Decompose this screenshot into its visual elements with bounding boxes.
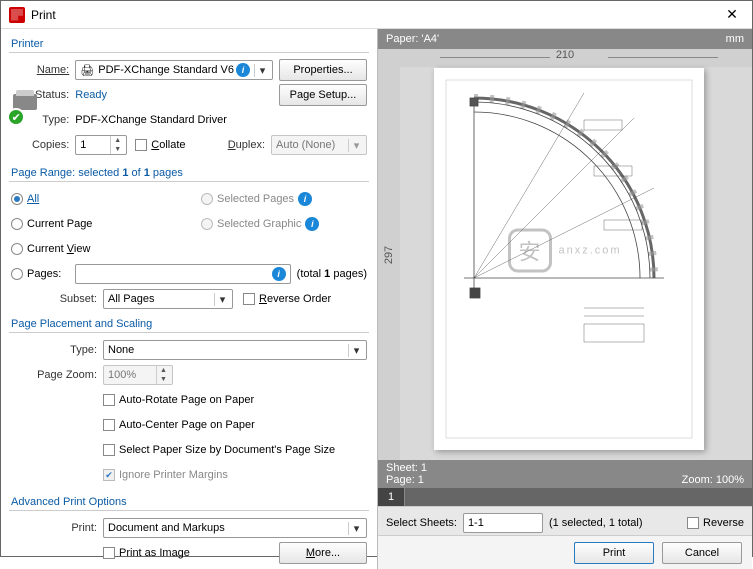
info-icon[interactable]: i bbox=[298, 192, 312, 206]
chevron-down-icon[interactable]: ▾ bbox=[348, 139, 364, 152]
app-icon bbox=[9, 7, 25, 23]
radio-pages[interactable]: Pages: bbox=[11, 268, 75, 280]
printer-header: Printer bbox=[9, 35, 369, 53]
zoom-spinner: ▲▼ bbox=[103, 365, 173, 385]
left-pane: Printer ✔ Name: 🖨 PDF-XChange Standard V… bbox=[1, 29, 377, 569]
paper-preview bbox=[434, 68, 704, 450]
chevron-down-icon[interactable]: ▾ bbox=[214, 293, 230, 306]
sheet-tab-1[interactable]: 1 bbox=[378, 488, 405, 506]
total-pages-label: (total 1 pages) bbox=[297, 268, 367, 280]
preview-body: 210 297 bbox=[378, 49, 752, 460]
copies-input[interactable] bbox=[80, 136, 110, 154]
placement-section: Page Placement and Scaling Type: None ▾ … bbox=[9, 315, 369, 489]
page-range-section: Page Range: selected 1 of 1 pages All Cu… bbox=[9, 164, 369, 313]
duplex-dropdown[interactable]: Auto (None) ▾ bbox=[271, 135, 367, 155]
page-setup-button[interactable]: Page Setup... bbox=[279, 84, 367, 106]
print-label: Print: bbox=[11, 522, 103, 534]
radio-selected-pages: Selected Pages bbox=[201, 193, 294, 205]
print-button[interactable]: Print bbox=[574, 542, 654, 564]
cancel-button[interactable]: Cancel bbox=[662, 542, 742, 564]
type-value: PDF-XChange Standard Driver bbox=[75, 114, 227, 126]
close-icon[interactable]: ✕ bbox=[712, 1, 752, 29]
printer-status-icon: ✔ bbox=[11, 94, 23, 124]
radio-current-view[interactable]: Current View bbox=[11, 243, 90, 255]
collate-label: Collate bbox=[151, 139, 185, 151]
duplex-label: Duplex: bbox=[228, 139, 271, 151]
reverse-checkbox[interactable]: Reverse bbox=[687, 517, 744, 529]
radio-selected-graphic: Selected Graphic bbox=[201, 218, 301, 230]
info-icon[interactable]: i bbox=[272, 267, 286, 281]
radio-all[interactable]: All bbox=[11, 193, 39, 205]
subset-dropdown[interactable]: All Pages ▾ bbox=[103, 289, 233, 309]
select-sheets-info: (1 selected, 1 total) bbox=[549, 517, 643, 529]
status-value: Ready bbox=[75, 89, 107, 101]
radio-current-page[interactable]: Current Page bbox=[11, 218, 92, 230]
printer-name-dropdown[interactable]: 🖨 PDF-XChange Standard V6 i ▾ bbox=[75, 60, 273, 80]
subset-label: Subset: bbox=[11, 293, 103, 305]
ignore-margins-checkbox: ✔Ignore Printer Margins bbox=[103, 469, 228, 481]
right-pane: Paper: 'A4' mm 210 297 bbox=[377, 29, 752, 569]
titlebar: Print ✕ bbox=[1, 1, 752, 29]
select-sheets-label: Select Sheets: bbox=[386, 517, 457, 529]
page-content-svg bbox=[434, 68, 704, 450]
reverse-order-checkbox[interactable]: Reverse Order bbox=[243, 293, 331, 305]
copies-label: Copies: bbox=[27, 139, 75, 151]
printer-section: Printer ✔ Name: 🖨 PDF-XChange Standard V… bbox=[9, 35, 369, 162]
zoom-label: Page Zoom: bbox=[11, 369, 103, 381]
placement-type-label: Type: bbox=[11, 344, 103, 356]
printer-name-value: PDF-XChange Standard V6 bbox=[98, 64, 234, 76]
properties-button[interactable]: Properties... bbox=[279, 59, 367, 81]
ruler-top: 210 bbox=[378, 49, 752, 67]
preview-footer: Sheet: 1 Page: 1Zoom: 100% bbox=[378, 460, 752, 488]
name-label: Name: bbox=[27, 64, 75, 76]
window-title: Print bbox=[31, 8, 712, 22]
type-label: Type: bbox=[27, 114, 75, 126]
collate-checkbox[interactable]: Collate bbox=[135, 139, 185, 151]
select-paper-checkbox[interactable]: Select Paper Size by Document's Page Siz… bbox=[103, 444, 335, 456]
placement-header: Page Placement and Scaling bbox=[9, 315, 369, 333]
print-as-image-checkbox[interactable]: Print as Image bbox=[103, 547, 190, 559]
dialog-buttons: Print Cancel bbox=[378, 535, 752, 569]
select-sheets-input[interactable] bbox=[463, 513, 543, 533]
ruler-left: 297 bbox=[378, 49, 400, 460]
range-header: Page Range: selected 1 of 1 pages bbox=[9, 164, 369, 182]
advanced-section: Advanced Print Options Print: Document a… bbox=[9, 493, 369, 567]
chevron-down-icon[interactable]: ▾ bbox=[348, 522, 364, 535]
sheets-bar: 1 bbox=[378, 488, 752, 506]
auto-rotate-checkbox[interactable]: Auto-Rotate Page on Paper bbox=[103, 394, 254, 406]
more-button[interactable]: More... bbox=[279, 542, 367, 564]
print-what-dropdown[interactable]: Document and Markups ▾ bbox=[103, 518, 367, 538]
auto-center-checkbox[interactable]: Auto-Center Page on Paper bbox=[103, 419, 255, 431]
info-icon[interactable]: i bbox=[236, 63, 250, 77]
advanced-header: Advanced Print Options bbox=[9, 493, 369, 511]
chevron-down-icon[interactable]: ▾ bbox=[348, 344, 364, 357]
info-icon[interactable]: i bbox=[305, 217, 319, 231]
spinner-buttons[interactable]: ▲▼ bbox=[110, 136, 124, 154]
chevron-down-icon[interactable]: ▾ bbox=[254, 64, 270, 77]
printer-icon-small: 🖨 bbox=[80, 63, 94, 77]
copies-spinner[interactable]: ▲▼ bbox=[75, 135, 127, 155]
placement-type-dropdown[interactable]: None ▾ bbox=[103, 340, 367, 360]
select-sheets-row: Select Sheets: (1 selected, 1 total) Rev… bbox=[378, 506, 752, 535]
preview-header: Paper: 'A4' mm bbox=[378, 29, 752, 49]
pages-input[interactable]: i bbox=[75, 264, 291, 284]
